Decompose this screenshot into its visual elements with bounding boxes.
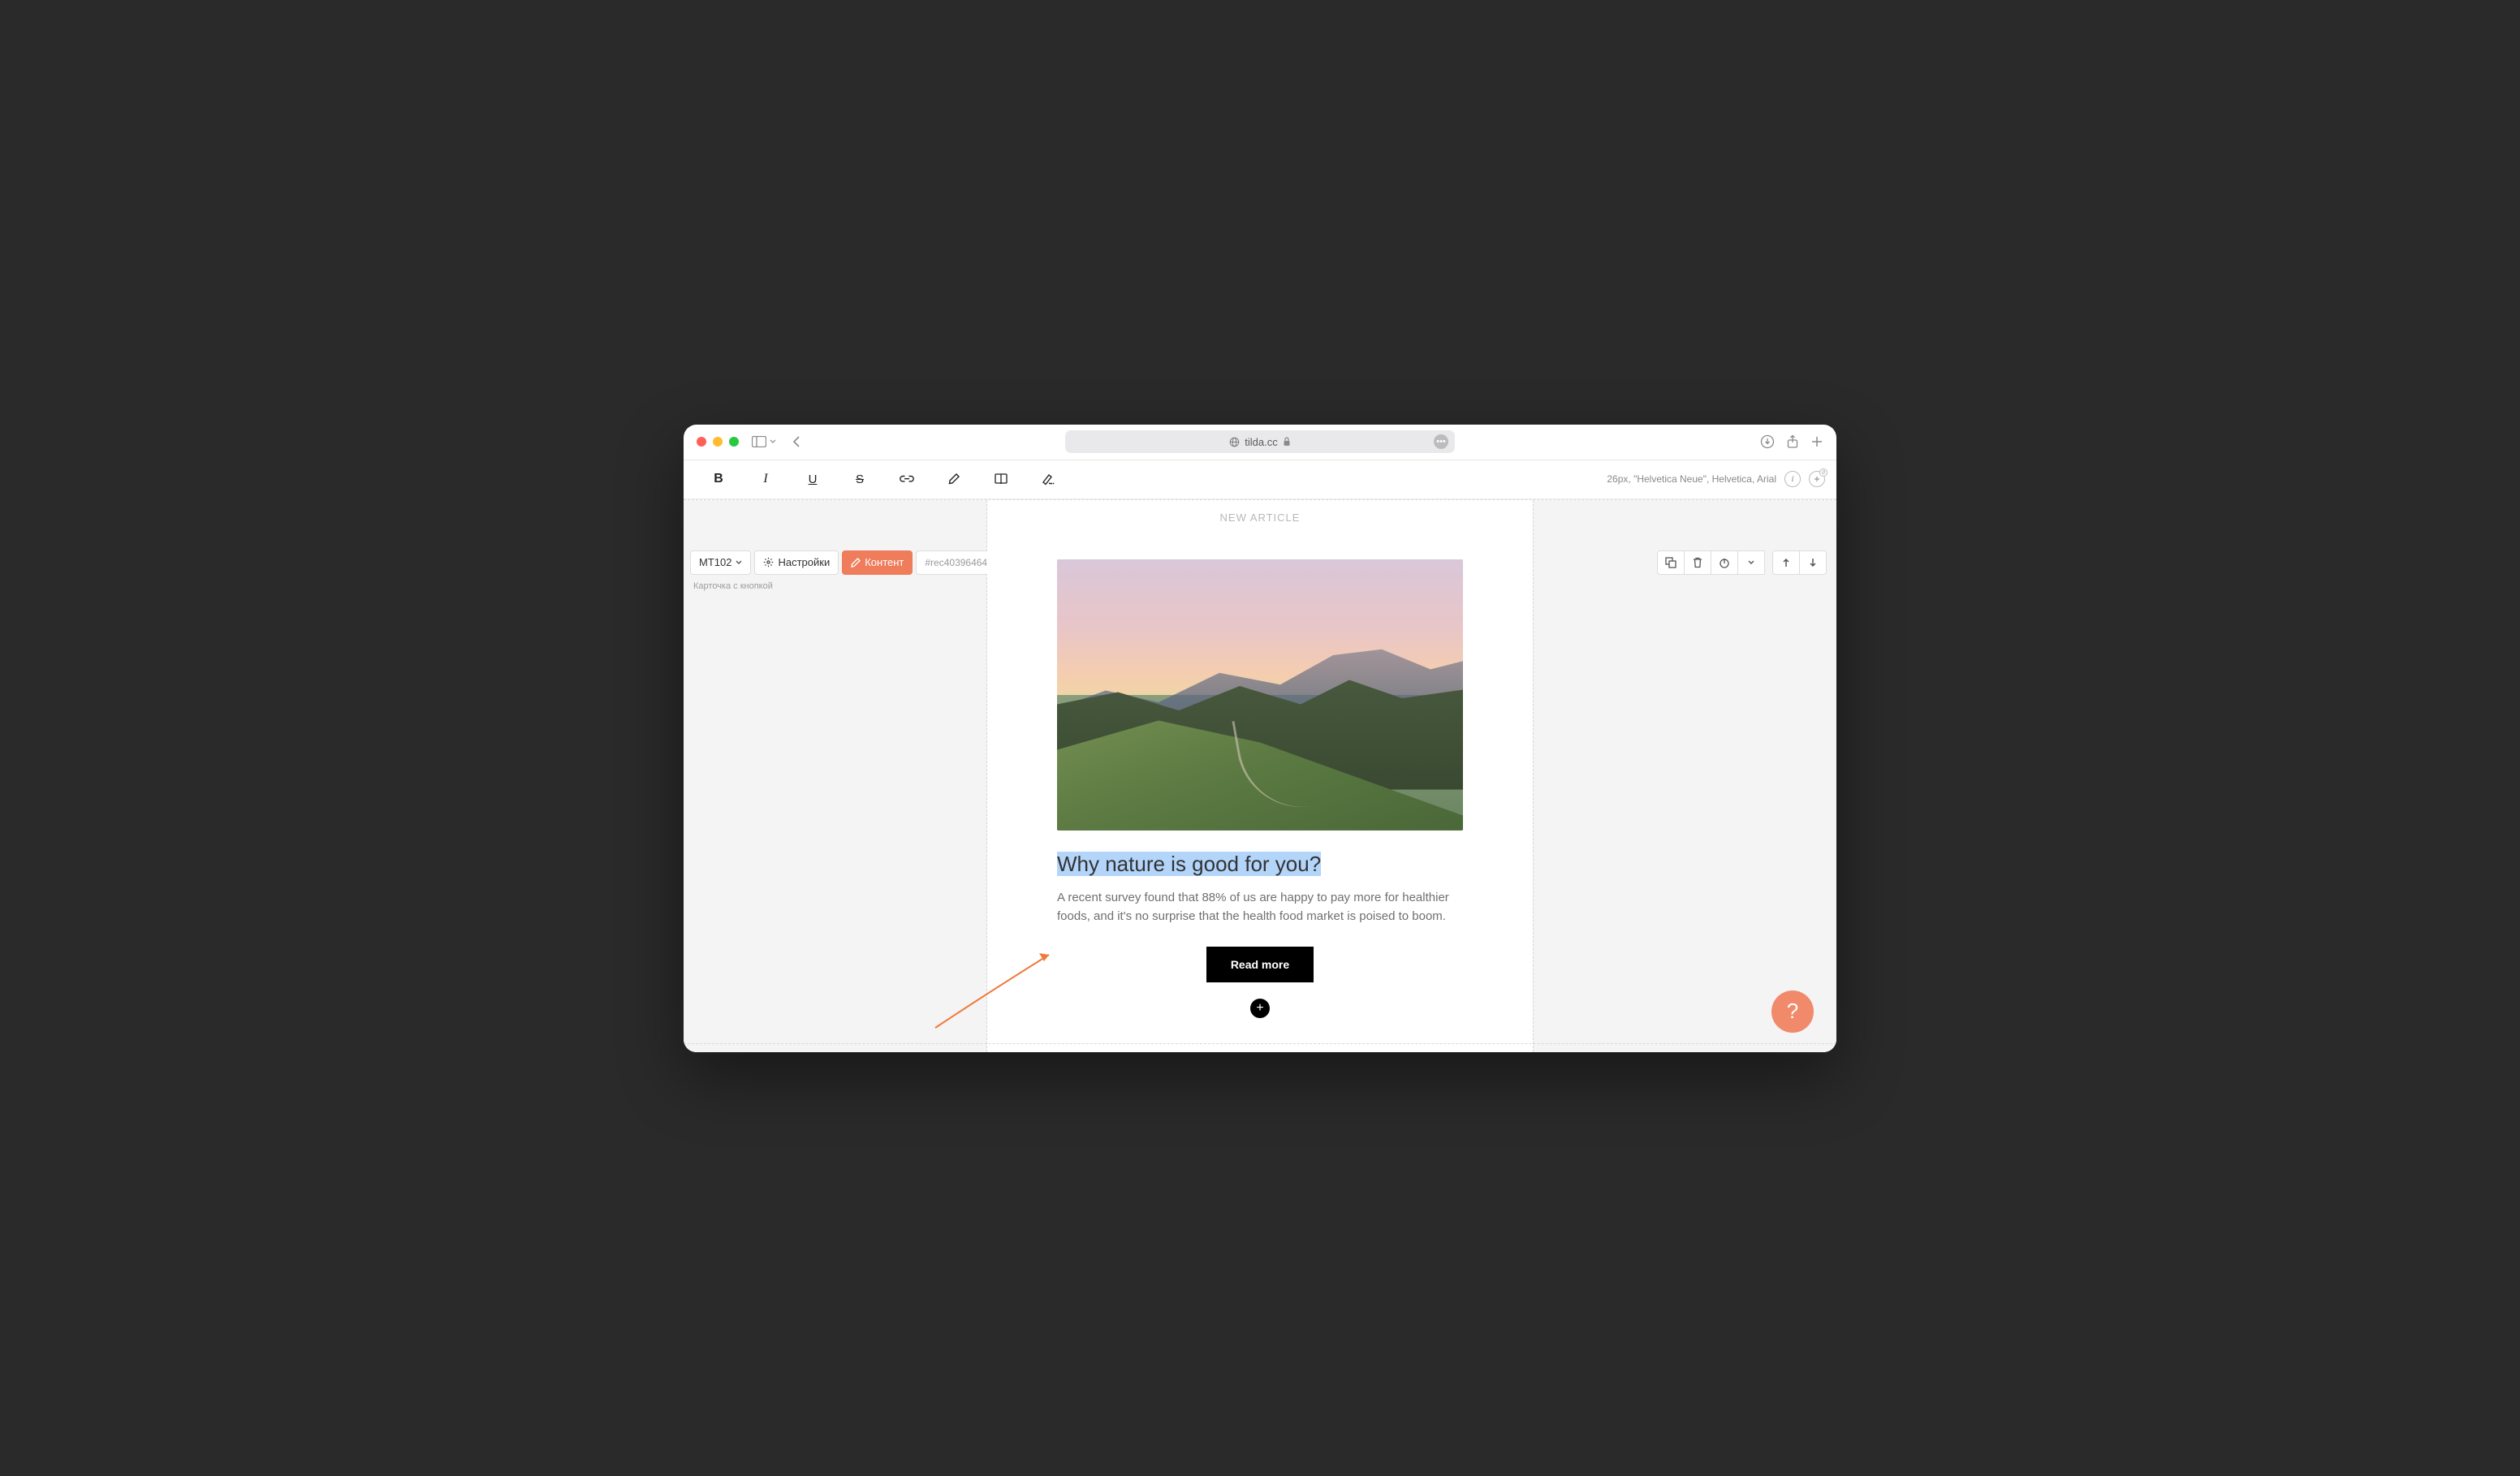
address-bar[interactable]: tilda.cc •••	[1065, 430, 1455, 453]
maximize-window-button[interactable]	[729, 437, 739, 447]
content-label: Контент	[865, 556, 904, 568]
duplicate-button[interactable]	[1657, 550, 1685, 575]
read-more-button[interactable]: Read more	[1206, 947, 1314, 982]
move-up-button[interactable]	[1772, 550, 1800, 575]
pencil-icon	[851, 558, 861, 568]
share-button[interactable]	[1786, 434, 1799, 449]
color-button[interactable]	[930, 464, 977, 494]
address-bar-url: tilda.cc	[1245, 436, 1277, 448]
help-button[interactable]: ?	[1771, 990, 1814, 1033]
traffic-lights	[697, 437, 739, 447]
right-sidebar	[1533, 500, 1836, 1052]
add-block-button[interactable]: +	[1250, 999, 1270, 1018]
chevron-down-icon	[736, 560, 742, 565]
trash-icon	[1693, 557, 1702, 568]
more-dropdown[interactable]	[1737, 550, 1765, 575]
close-window-button[interactable]	[697, 437, 706, 447]
chevron-down-icon	[1748, 560, 1754, 565]
link-button[interactable]	[883, 464, 930, 494]
titlebar: tilda.cc •••	[684, 425, 1836, 460]
move-down-button[interactable]	[1799, 550, 1827, 575]
font-info-label: 26px, "Helvetica Neue", Helvetica, Arial	[1607, 473, 1776, 485]
article-title[interactable]: Why nature is good for you?	[1057, 850, 1463, 878]
sidebar-toggle-button[interactable]	[752, 436, 776, 447]
browser-window: tilda.cc ••• B I U S	[684, 425, 1836, 1052]
chevron-down-icon	[770, 439, 776, 444]
left-sidebar: MT102 Настройки Контент #rec403964643 Ка…	[684, 500, 987, 1052]
downloads-button[interactable]	[1760, 434, 1775, 449]
hero-image[interactable]	[1057, 559, 1463, 831]
typography-button[interactable]	[977, 464, 1025, 494]
minimize-window-button[interactable]	[713, 437, 723, 447]
gear-icon	[763, 557, 774, 568]
visibility-button[interactable]	[1711, 550, 1738, 575]
power-icon	[1719, 557, 1730, 568]
block-name-label: Карточка с кнопкой	[693, 581, 980, 591]
article-block: NEW ARTICLE Why nature is good for you? …	[987, 500, 1533, 1052]
expand-button[interactable]: 0	[1809, 471, 1825, 487]
bold-button[interactable]: B	[695, 464, 742, 494]
globe-icon	[1229, 437, 1240, 447]
copy-icon	[1665, 557, 1676, 568]
article-label: NEW ARTICLE	[1220, 511, 1301, 524]
article-description[interactable]: A recent survey found that 88% of us are…	[1057, 888, 1463, 926]
block-settings-button[interactable]: Настройки	[754, 550, 839, 575]
info-button[interactable]: i	[1784, 471, 1801, 487]
settings-label: Настройки	[778, 556, 830, 568]
back-button[interactable]	[788, 434, 805, 450]
page-actions-button[interactable]: •••	[1434, 434, 1448, 449]
lock-icon	[1283, 437, 1291, 447]
block-code-label: MT102	[699, 556, 731, 568]
italic-button[interactable]: I	[742, 464, 789, 494]
clear-format-button[interactable]	[1025, 464, 1072, 494]
strikethrough-button[interactable]: S	[836, 464, 883, 494]
arrow-down-icon	[1809, 558, 1817, 568]
arrow-up-icon	[1782, 558, 1790, 568]
block-content-button[interactable]: Контент	[842, 550, 913, 575]
editor-canvas: MT102 Настройки Контент #rec403964643 Ка…	[684, 500, 1836, 1052]
block-code-dropdown[interactable]: MT102	[690, 550, 751, 575]
delete-button[interactable]	[1684, 550, 1711, 575]
format-toolbar: B I U S 26px, "Helvetica Neue", Helvetic…	[684, 460, 1836, 499]
underline-button[interactable]: U	[789, 464, 836, 494]
new-tab-button[interactable]	[1810, 434, 1823, 449]
